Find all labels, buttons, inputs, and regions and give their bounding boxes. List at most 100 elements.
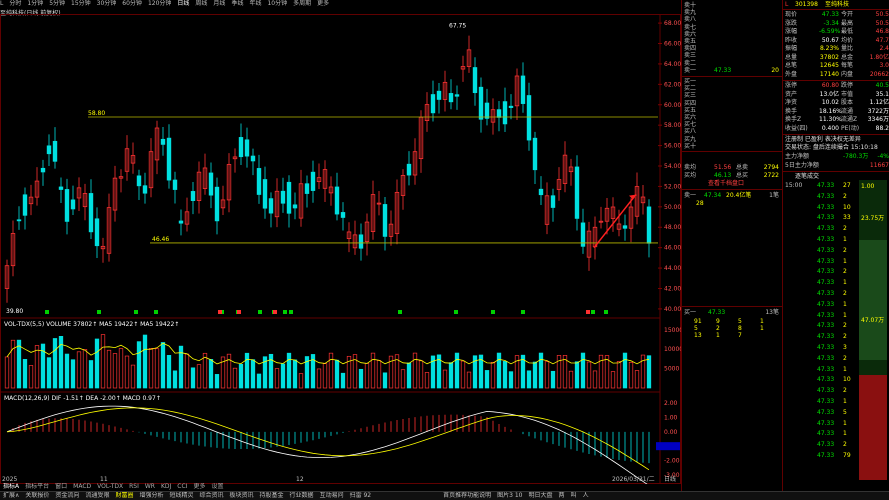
bid-row[interactable]: 买二 — [684, 85, 781, 92]
ask-row[interactable]: 卖七 — [684, 24, 781, 31]
period-tab-7[interactable]: 120分钟 — [148, 0, 171, 7]
queue-cell: 5 — [738, 318, 742, 325]
period-tab-1[interactable]: 分时 — [9, 0, 21, 7]
ask-row[interactable]: 卖四 — [684, 45, 781, 52]
quote-separator — [783, 9, 889, 10]
bid-row[interactable]: 买六 — [684, 114, 781, 121]
depth-link-text: 查看千档盘口 — [708, 180, 745, 187]
function-tab-5[interactable]: 增强分析 — [136, 492, 166, 500]
function-tab-4[interactable]: 财富圈 — [112, 492, 136, 500]
period-tab-8[interactable]: 日线 — [177, 0, 189, 7]
right-tab-4[interactable]: 叫 — [568, 492, 580, 500]
function-tab-2[interactable]: 资金流向 — [52, 492, 82, 500]
period-tab-3[interactable]: 5分钟 — [49, 0, 65, 7]
macd-legend: MACD(12,26,9) DIF -1.51↑ DEA -2.00↑ MACD… — [4, 395, 161, 402]
tick-volume: 10 — [843, 376, 851, 384]
function-tab-9[interactable]: 持股基金 — [257, 492, 287, 500]
function-tab-7[interactable]: 综合资讯 — [197, 492, 227, 500]
period-tab-5[interactable]: 30分钟 — [97, 0, 117, 7]
period-tab-2[interactable]: 1分钟 — [27, 0, 43, 7]
tick-price: 47.33 — [817, 290, 835, 297]
indicator-tab-5[interactable]: RSI — [126, 483, 142, 491]
ask-row[interactable]: 卖六 — [684, 31, 781, 38]
period-tab-13[interactable]: 10分钟 — [267, 0, 287, 7]
volume-bar — [214, 374, 220, 389]
indicator-tab-3[interactable]: MACD — [70, 483, 94, 491]
period-tab-9[interactable]: 周线 — [195, 0, 207, 7]
bid-row[interactable]: 买十 — [684, 143, 781, 150]
period-tab-11[interactable]: 季线 — [231, 0, 243, 7]
quote-row: 昨收 50.67 均价 47.7 — [785, 37, 889, 44]
candle-body — [358, 234, 364, 249]
period-tab-14[interactable]: 多周期 — [293, 0, 311, 7]
volume-bar — [400, 369, 406, 389]
right-tab-0[interactable]: 首页推荐功能说明 — [440, 492, 494, 500]
price-tick-label: 52.00 — [664, 183, 681, 190]
right-tab-3[interactable]: 两 — [556, 492, 568, 500]
ask-row[interactable]: 卖三 — [684, 52, 781, 59]
volume-bar — [412, 352, 418, 389]
right-tab-1[interactable]: 图片3 10 — [494, 492, 525, 500]
function-tab-3[interactable]: 流通受限 — [82, 492, 112, 500]
right-tab-5[interactable]: 人 — [580, 492, 592, 500]
volume-bar — [232, 367, 238, 389]
indicator-tab-0[interactable]: 指标A — [0, 483, 22, 491]
candle-body — [142, 185, 148, 194]
indicator-tab-9[interactable]: 更多 — [190, 483, 208, 491]
quote-key: 资产 — [785, 90, 798, 98]
function-tab-1[interactable]: 关联报价 — [22, 492, 52, 500]
period-tab-0[interactable]: L — [0, 0, 3, 7]
bid-row[interactable]: 买七 — [684, 121, 781, 128]
bid-label: 买四 — [684, 99, 697, 107]
ask-row[interactable]: 卖八 — [684, 16, 781, 23]
bid-row[interactable]: 买五 — [684, 107, 781, 114]
avg-row: 卖均 51.56 总卖 2794 — [684, 164, 781, 171]
bid-label: 买三 — [684, 92, 697, 100]
right-tab-2[interactable]: 明日大盘 — [526, 492, 556, 500]
bid-row[interactable]: 买九 — [684, 136, 781, 143]
ask-row[interactable]: 卖一 47.33 20 — [684, 67, 781, 74]
function-tab-6[interactable]: 短线精灵 — [166, 492, 196, 500]
indicator-tab-2[interactable]: 窗口 — [52, 483, 70, 491]
bid-row[interactable]: 买三 — [684, 92, 781, 99]
high-label: 67.75 — [449, 23, 466, 30]
quote-separator — [783, 134, 889, 135]
quote-key: 涨停 — [785, 82, 798, 89]
bid-row[interactable]: 买八 — [684, 128, 781, 135]
kline-chart[interactable]: 68.00 66.00 64.00 62.00 60.00 58.00 56.00 54.00… — [0, 14, 681, 484]
tick-volume: 10 — [843, 203, 851, 211]
indicator-tab-6[interactable]: WR — [142, 483, 158, 491]
quote-value: 10.02 — [821, 99, 839, 106]
indicator-tab-8[interactable]: CCI — [174, 483, 190, 491]
bid-row[interactable]: 买一 — [684, 78, 781, 85]
indicator-tab-1[interactable]: 指标平台 — [22, 483, 52, 491]
price-tick-label: 64.00 — [664, 61, 681, 68]
ask-row[interactable]: 卖十 — [684, 2, 781, 9]
function-tab-12[interactable]: 扫雷 92 — [347, 492, 375, 500]
function-tab-0[interactable]: 扩展∧ — [0, 492, 22, 500]
tick-price: 47.33 — [817, 419, 835, 427]
volume-bar — [634, 370, 640, 389]
ticks-header[interactable]: 逐笔成交 — [785, 173, 889, 180]
depth-link[interactable]: 查看千档盘口 — [684, 180, 781, 187]
period-tab-10[interactable]: 月线 — [213, 0, 225, 7]
function-tab-10[interactable]: 行业数据 — [287, 492, 317, 500]
tick-volume: 1 — [843, 430, 847, 438]
volume-bar — [622, 352, 628, 389]
support-label: 46.46 — [152, 236, 169, 243]
bid-row[interactable]: 买四 — [684, 100, 781, 107]
period-tab-15[interactable]: 更多 — [317, 0, 329, 7]
period-tab-12[interactable]: 年线 — [249, 0, 261, 7]
indicator-tab-4[interactable]: VOL-TDX — [94, 483, 126, 491]
ask-row[interactable]: 卖二 — [684, 60, 781, 67]
period-tab-6[interactable]: 60分钟 — [122, 0, 142, 7]
function-tab-8[interactable]: 板块资讯 — [227, 492, 257, 500]
ask-row[interactable]: 卖九 — [684, 9, 781, 16]
ask-row[interactable]: 卖五 — [684, 38, 781, 45]
indicator-tab-10[interactable]: 设置 — [208, 483, 226, 491]
period-tab-4[interactable]: 15分钟 — [71, 0, 91, 7]
book-separator — [682, 151, 782, 152]
indicator-tab-7[interactable]: KDJ — [158, 483, 174, 491]
candle-body — [208, 172, 214, 196]
function-tab-11[interactable]: 互动易问 — [317, 492, 347, 500]
